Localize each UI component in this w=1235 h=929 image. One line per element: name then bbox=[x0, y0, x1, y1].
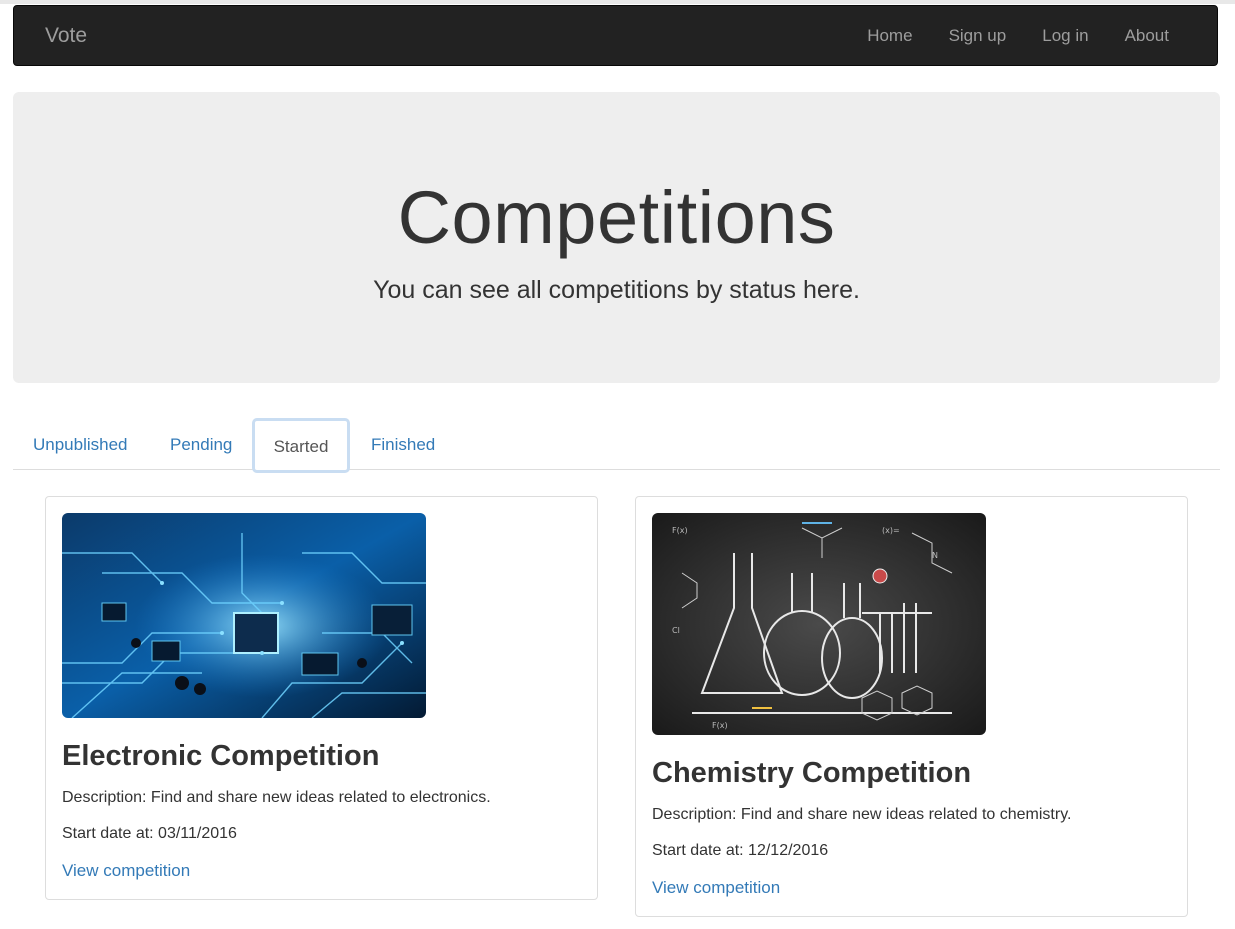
nav-signup-link[interactable]: Sign up bbox=[931, 6, 1025, 65]
svg-text:(x)=: (x)= bbox=[882, 526, 900, 535]
svg-text:N: N bbox=[932, 551, 938, 560]
tab-finished[interactable]: Finished bbox=[371, 418, 435, 470]
tab-unpublished[interactable]: Unpublished bbox=[33, 418, 128, 470]
browser-top-edge bbox=[0, 0, 1235, 4]
circuit-board-image bbox=[62, 513, 426, 718]
tab-pending[interactable]: Pending bbox=[170, 418, 232, 470]
svg-text:Cl: Cl bbox=[672, 626, 680, 635]
view-competition-link[interactable]: View competition bbox=[652, 878, 780, 898]
chemistry-chalkboard-image: F(x) (x)= Cl N F(x) bbox=[652, 513, 986, 735]
view-competition-link[interactable]: View competition bbox=[62, 861, 190, 881]
competition-card: Electronic Competition Description: Find… bbox=[45, 496, 598, 900]
competition-description: Description: Find and share new ideas re… bbox=[62, 789, 491, 806]
brand-link[interactable]: Vote bbox=[45, 24, 87, 48]
competition-description: Description: Find and share new ideas re… bbox=[652, 806, 1072, 823]
svg-text:F(x): F(x) bbox=[672, 526, 688, 535]
nav-login-link[interactable]: Log in bbox=[1024, 6, 1106, 65]
jumbotron: Competitions You can see all competition… bbox=[13, 92, 1220, 383]
svg-text:F(x): F(x) bbox=[712, 721, 728, 730]
page-subtitle: You can see all competitions by status h… bbox=[373, 276, 860, 304]
competition-title: Electronic Competition bbox=[62, 740, 380, 772]
navbar: Vote Home Sign up Log in About bbox=[13, 5, 1218, 66]
competition-start-date: Start date at: 03/11/2016 bbox=[62, 825, 237, 842]
status-tabs: Unpublished Pending Started Finished bbox=[13, 418, 1220, 473]
nav-home-link[interactable]: Home bbox=[849, 6, 930, 65]
competition-title: Chemistry Competition bbox=[652, 757, 972, 789]
competition-start-date: Start date at: 12/12/2016 bbox=[652, 842, 829, 859]
nav-about-link[interactable]: About bbox=[1107, 6, 1187, 65]
page-title: Competitions bbox=[397, 176, 836, 259]
competition-card: F(x) (x)= Cl N F(x) Chemistry Competitio… bbox=[635, 496, 1188, 917]
tab-started[interactable]: Started bbox=[252, 418, 350, 473]
nav-links: Home Sign up Log in About bbox=[849, 6, 1187, 65]
